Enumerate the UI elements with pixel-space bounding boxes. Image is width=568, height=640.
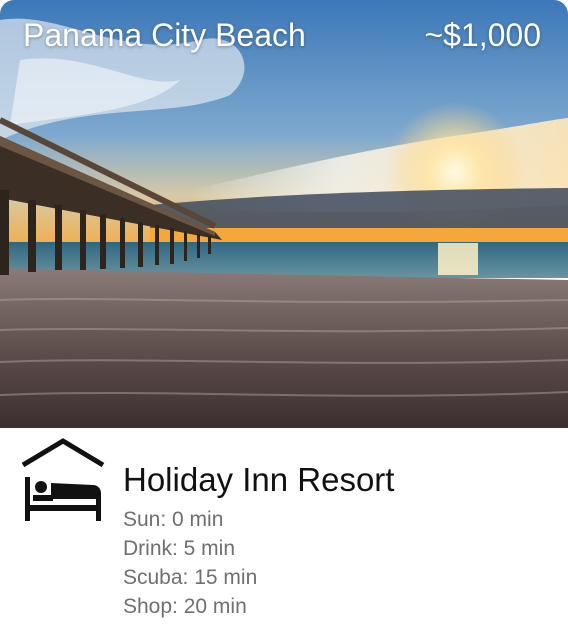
distance-shop: Shop: 20 min — [123, 595, 247, 618]
destination-photo: Panama City Beach ~$1,000 — [0, 0, 568, 428]
hotel-name: Holiday Inn Resort — [123, 461, 395, 498]
distance-scuba: Scuba: 15 min — [123, 566, 258, 589]
distance-list: Sun: 0 min Drink: 5 min Scuba: 15 min Sh… — [123, 505, 257, 621]
distance-sun: Sun: 0 min — [123, 508, 224, 531]
destination-card[interactable]: Panama City Beach ~$1,000 Holiday Inn Re… — [0, 0, 568, 640]
trip-price: ~$1,000 — [424, 17, 541, 53]
hotel-bed-icon — [21, 438, 105, 521]
distance-drink: Drink: 5 min — [123, 537, 236, 560]
destination-name: Panama City Beach — [23, 17, 306, 53]
